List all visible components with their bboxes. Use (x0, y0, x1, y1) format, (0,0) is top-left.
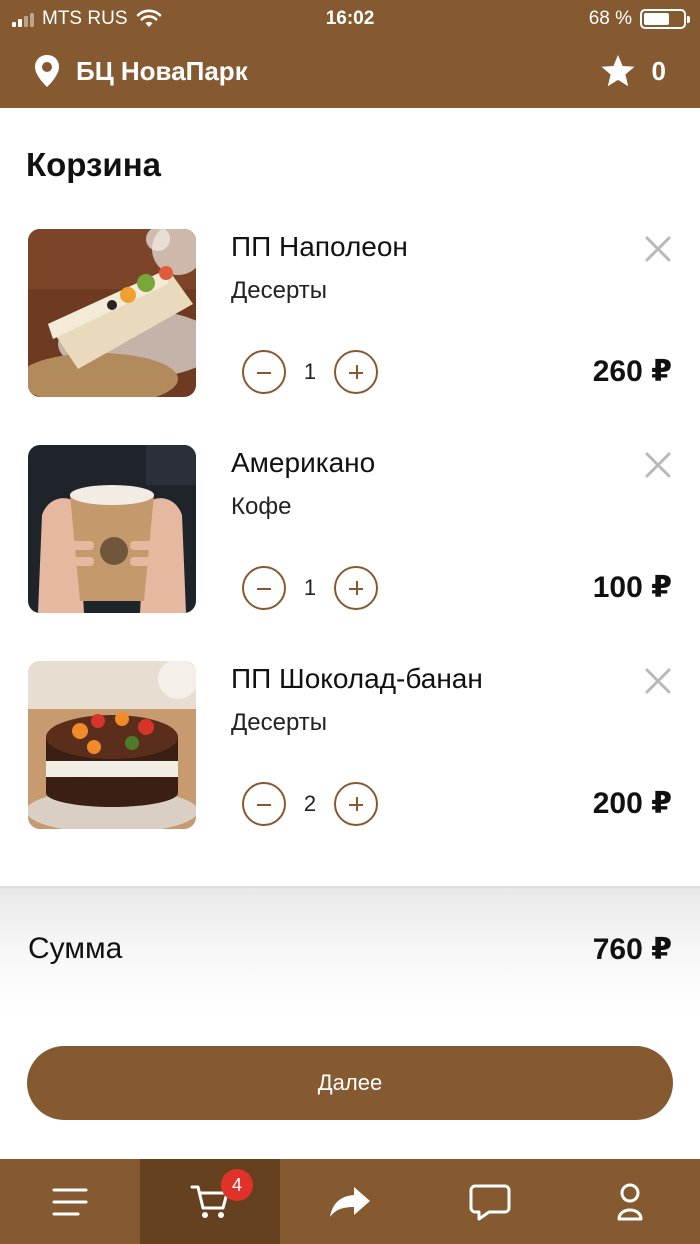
item-name: ПП Шоколад-банан (231, 663, 483, 694)
product-image-chocolate-banana[interactable] (28, 661, 196, 829)
tab-share[interactable] (280, 1159, 420, 1244)
tab-menu[interactable] (0, 1159, 140, 1244)
increase-quantity-button[interactable] (334, 566, 378, 610)
app-header: MTS RUS 16:02 68 % БЦ НоваПарк 0 (0, 0, 700, 108)
location-selector[interactable]: БЦ НоваПарк (34, 54, 248, 88)
quantity-value: 1 (303, 575, 317, 600)
location-name: БЦ НоваПарк (76, 55, 248, 86)
item-name: ПП Наполеон (231, 231, 408, 262)
item-price: 260 ₽ (592, 355, 672, 388)
battery-percent: 68 % (588, 8, 632, 29)
status-bar: MTS RUS 16:02 68 % (0, 0, 700, 38)
remove-item-icon[interactable] (644, 235, 672, 263)
tab-profile[interactable] (560, 1159, 700, 1244)
cart-item: ПП Наполеон Десерты 1 260 ₽ (0, 229, 700, 399)
decrease-quantity-button[interactable] (242, 350, 286, 394)
cart-item: Американо Кофе 1 100 ₽ (0, 445, 700, 615)
item-category: Десерты (231, 709, 328, 736)
remove-item-icon[interactable] (644, 451, 672, 479)
share-icon (330, 1186, 370, 1217)
quantity-stepper: 1 (242, 350, 378, 394)
item-price: 100 ₽ (592, 571, 672, 604)
quantity-stepper: 2 (242, 782, 378, 826)
page-title: Корзина (26, 146, 161, 183)
profile-icon (617, 1183, 643, 1220)
star-icon (601, 55, 635, 87)
item-name: Американо (231, 447, 376, 478)
remove-item-icon[interactable] (644, 667, 672, 695)
decrease-quantity-button[interactable] (242, 566, 286, 610)
summary-label: Сумма (28, 932, 123, 965)
menu-icon (52, 1188, 88, 1215)
bottom-tab-bar (0, 1159, 700, 1244)
next-button[interactable]: Далее (27, 1046, 673, 1120)
quantity-stepper: 1 (242, 566, 378, 610)
quantity-value: 1 (303, 359, 317, 384)
increase-quantity-button[interactable] (334, 782, 378, 826)
item-category: Десерты (231, 277, 328, 304)
chat-icon (469, 1184, 511, 1220)
favorites-button[interactable]: 0 (600, 54, 666, 88)
item-price: 200 ₽ (592, 787, 672, 820)
increase-quantity-button[interactable] (334, 350, 378, 394)
summary-total: 760 ₽ (592, 933, 672, 966)
item-category: Кофе (231, 493, 292, 520)
battery-icon (640, 9, 690, 29)
cart-count-badge: 4 (221, 1169, 253, 1201)
order-summary: Сумма 760 ₽ (0, 886, 700, 1016)
favorites-count: 0 (651, 55, 666, 86)
quantity-value: 2 (303, 791, 317, 816)
tab-cart[interactable] (140, 1159, 280, 1244)
product-image-americano[interactable] (28, 445, 196, 613)
location-pin-icon (35, 55, 59, 87)
tab-chat[interactable] (420, 1159, 560, 1244)
decrease-quantity-button[interactable] (242, 782, 286, 826)
product-image-napoleon[interactable] (28, 229, 196, 397)
cart-item: ПП Шоколад-банан Десерты 2 200 ₽ (0, 661, 700, 831)
